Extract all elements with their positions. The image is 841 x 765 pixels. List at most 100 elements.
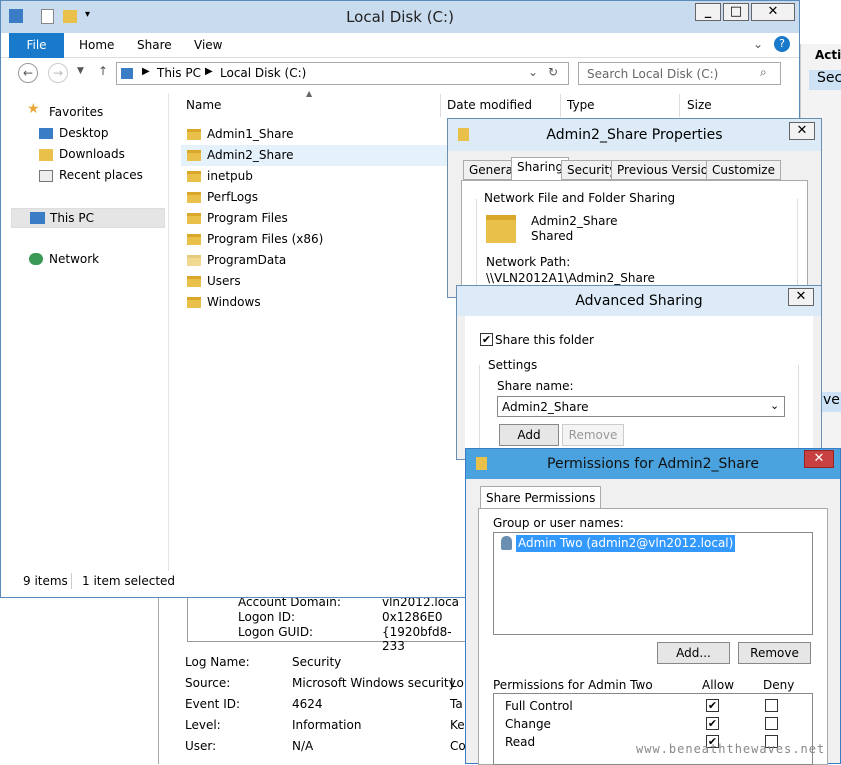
refresh-icon[interactable]: ↻: [548, 65, 558, 79]
remove-user-button[interactable]: Remove: [738, 642, 811, 664]
list-item[interactable]: Users: [181, 271, 451, 292]
permissions-header-label: Permissions for Admin Two: [493, 678, 653, 692]
event-field-label: Logon GUID:: [238, 625, 314, 639]
minimize-button[interactable]: _: [695, 3, 721, 21]
list-item-selected[interactable]: Admin Two (admin2@vln2012.local): [496, 535, 811, 552]
event-field-extra: Ta: [450, 697, 463, 711]
column-header-name[interactable]: Name: [186, 98, 221, 112]
deny-header: Deny: [763, 678, 795, 692]
desktop-icon: [39, 128, 53, 139]
maximize-button[interactable]: □: [723, 3, 749, 21]
list-item[interactable]: Program Files: [181, 208, 451, 229]
nav-forward-button[interactable]: →: [48, 63, 68, 83]
file-name: Program Files (x86): [207, 232, 324, 246]
ribbon-tab-file[interactable]: File: [9, 33, 64, 58]
help-icon[interactable]: ?: [774, 36, 790, 52]
properties-dialog: Admin2_Share Properties ✕ General Sharin…: [447, 118, 822, 298]
allow-checkbox[interactable]: ✔: [706, 717, 719, 730]
close-button[interactable]: ✕: [788, 288, 814, 306]
list-item[interactable]: ProgramData: [181, 250, 451, 271]
address-dropdown-icon[interactable]: ⌄: [528, 65, 538, 79]
window-title: Local Disk (C:): [346, 8, 454, 26]
allow-checkbox[interactable]: ✔: [706, 699, 719, 712]
ribbon-tab-home[interactable]: Home: [79, 38, 114, 52]
ribbon-tab-view[interactable]: View: [194, 38, 222, 52]
watermark: www.beneaththewaves.net: [636, 742, 826, 756]
search-box[interactable]: Search Local Disk (C:) ⌕: [578, 62, 781, 85]
column-header-type[interactable]: Type: [567, 98, 595, 112]
column-divider: [440, 94, 441, 117]
address-bar[interactable]: ▶ This PC ▶ Local Disk (C:) ⌄ ↻: [116, 62, 569, 85]
event-field-label: Source:: [185, 676, 231, 690]
list-item-selected[interactable]: Admin2_Share: [181, 145, 451, 166]
recent-locations-icon[interactable]: ▼: [77, 66, 84, 76]
this-pc-icon: [30, 212, 45, 224]
network-icon: [29, 253, 43, 265]
share-name-value: Admin2_Share: [502, 400, 589, 414]
list-item[interactable]: Windows: [181, 292, 451, 313]
event-field-value: Microsoft Windows security: [292, 676, 456, 690]
event-field-value: Security: [292, 655, 342, 669]
tab-share-permissions[interactable]: Share Permissions: [480, 486, 602, 510]
nav-recent-places[interactable]: Recent places: [59, 168, 143, 182]
permissions-dialog: Permissions for Admin2_Share ✕ Share Per…: [465, 448, 841, 765]
column-header-date[interactable]: Date modified: [447, 98, 532, 112]
folder-icon: [187, 255, 201, 266]
allow-header: Allow: [702, 678, 735, 692]
nav-this-pc-row[interactable]: This PC: [11, 208, 165, 228]
breadcrumb-separator: ▶: [205, 66, 213, 77]
file-name: ProgramData: [207, 253, 287, 267]
shared-folder-name: Admin2_Share: [531, 214, 618, 228]
deny-checkbox[interactable]: [765, 717, 778, 730]
folder-icon: [187, 171, 201, 182]
up-icon[interactable]: ↑: [98, 64, 108, 78]
event-field-extra: Co: [450, 739, 466, 753]
column-header-size[interactable]: Size: [687, 98, 712, 112]
ribbon-tab-share[interactable]: Share: [137, 38, 172, 52]
add-user-button[interactable]: Add...: [657, 642, 730, 664]
nav-network[interactable]: Network: [49, 252, 99, 266]
network-path-value: \\VLN2012A1\Admin2_Share: [486, 271, 655, 285]
list-item[interactable]: Admin1_Share: [181, 124, 451, 145]
advanced-titlebar: Advanced Sharing ✕: [457, 286, 821, 316]
event-field-value: Information: [292, 718, 362, 732]
permission-name: Read: [505, 735, 536, 749]
file-list: Admin1_Share Admin2_Share inetpub PerfLo…: [181, 124, 451, 313]
user-list[interactable]: Admin Two (admin2@vln2012.local): [493, 532, 813, 635]
close-button[interactable]: ✕: [751, 3, 795, 21]
share-name-select[interactable]: Admin2_Share ⌄: [497, 396, 785, 417]
share-name-label: Share name:: [497, 379, 574, 393]
properties-titlebar: Admin2_Share Properties ✕: [448, 119, 821, 151]
file-name: PerfLogs: [207, 190, 259, 204]
permission-name: Full Control: [505, 699, 573, 713]
list-item[interactable]: Program Files (x86): [181, 229, 451, 250]
search-input[interactable]: Search Local Disk (C:): [587, 67, 718, 81]
tab-customize[interactable]: Customize: [706, 160, 781, 180]
event-fields: Log Name: Security Source: Microsoft Windo…: [185, 655, 466, 760]
event-field-value: {1920bfd8-233: [382, 625, 452, 653]
nav-favorites[interactable]: Favorites: [49, 105, 103, 119]
event-field-label: Level:: [185, 718, 221, 732]
close-button[interactable]: ✕: [804, 450, 834, 468]
nav-back-button[interactable]: ←: [18, 63, 38, 83]
nav-this-pc[interactable]: This PC: [50, 211, 94, 225]
event-field-label: Event ID:: [185, 697, 241, 711]
file-name: Admin1_Share: [207, 127, 294, 141]
ribbon-expand-icon[interactable]: ⌄: [753, 37, 763, 51]
security-item[interactable]: Sec: [809, 70, 841, 90]
add-share-button[interactable]: Add: [499, 424, 559, 446]
search-icon[interactable]: ⌕: [760, 65, 767, 80]
breadcrumb-local-disk[interactable]: Local Disk (C:): [220, 66, 306, 80]
event-field-label: User:: [185, 739, 217, 753]
close-button[interactable]: ✕: [789, 122, 815, 140]
nav-downloads[interactable]: Downloads: [59, 147, 125, 161]
remove-share-button[interactable]: Remove: [562, 424, 624, 446]
breadcrumb-this-pc[interactable]: This PC: [157, 66, 201, 80]
list-item[interactable]: inetpub: [181, 166, 451, 187]
share-this-folder-checkbox[interactable]: ✔: [480, 333, 493, 346]
list-item[interactable]: PerfLogs: [181, 187, 451, 208]
nav-desktop[interactable]: Desktop: [59, 126, 109, 140]
share-this-folder-label: Share this folder: [495, 333, 594, 347]
dialog-title: Advanced Sharing: [575, 293, 703, 309]
deny-checkbox[interactable]: [765, 699, 778, 712]
